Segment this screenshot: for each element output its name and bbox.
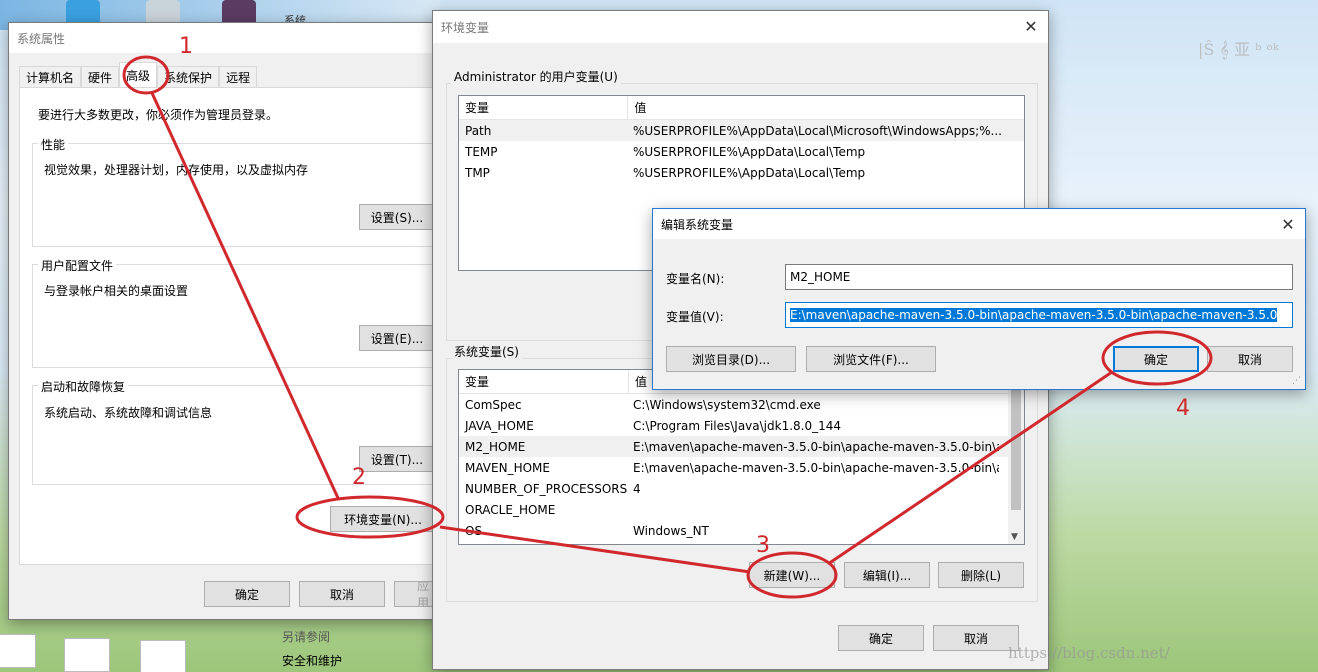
variable-name-label: 变量名(N):	[666, 272, 725, 286]
variable-value: %USERPROFILE%\AppData\Local\Temp	[633, 165, 866, 180]
environment-variables-titlebar: 环境变量	[433, 11, 1048, 43]
system-properties-titlebar: 系统属性	[9, 23, 453, 53]
tab-advanced[interactable]: 高级	[119, 62, 158, 88]
performance-settings-button[interactable]: 设置(S)...	[359, 204, 435, 230]
variable-name: M2_HOME	[465, 439, 526, 454]
browse-file-button[interactable]: 浏览文件(F)...	[806, 346, 936, 372]
see-also-label: 另请参阅	[282, 630, 331, 644]
column-header-value[interactable]: 值	[628, 96, 1024, 119]
performance-description: 视觉效果，处理器计划，内存使用，以及虚拟内存	[44, 163, 309, 177]
list-item[interactable]: M2_HOME E:\maven\apache-maven-3.5.0-bin\…	[459, 436, 1024, 457]
performance-group	[32, 143, 436, 247]
list-item[interactable]: NUMBER_OF_PROCESSORS 4	[459, 478, 1024, 499]
variable-value-label: 变量值(V):	[666, 310, 724, 324]
annotation-number-2: 2	[352, 465, 366, 490]
user-profiles-label: 用户配置文件	[38, 257, 117, 274]
annotation-number-4: 4	[1176, 396, 1190, 421]
variable-name: ORACLE_HOME	[465, 502, 556, 517]
column-header-variable[interactable]: 变量	[459, 96, 629, 119]
admin-note: 要进行大多数更改，你必须作为管理员登录。	[38, 108, 279, 122]
column-header-variable[interactable]: 变量	[459, 370, 629, 393]
variable-value: %USERPROFILE%\AppData\Local\Temp	[633, 144, 866, 159]
taskbar-thumbnail[interactable]	[64, 638, 110, 672]
variable-name: OS	[465, 523, 483, 538]
edit-dialog-title: 编辑系统变量	[661, 217, 734, 232]
tab-hardware[interactable]: 硬件	[81, 66, 120, 88]
variable-name: JAVA_HOME	[465, 418, 534, 433]
resize-grip-icon[interactable]: ⋰	[1292, 376, 1301, 386]
list-item[interactable]: Path %USERPROFILE%\AppData\Local\Microso…	[459, 120, 1024, 141]
variable-value: C:\Program Files\Java\jdk1.8.0_144	[633, 418, 842, 433]
variable-value-text: E:\maven\apache-maven-3.5.0-bin\apache-m…	[790, 308, 1278, 322]
delete-variable-button[interactable]: 删除(L)	[938, 562, 1024, 588]
list-item[interactable]: TEMP %USERPROFILE%\AppData\Local\Temp	[459, 141, 1024, 162]
system-properties-ok-button[interactable]: 确定	[204, 581, 290, 607]
variable-value-input[interactable]: E:\maven\apache-maven-3.5.0-bin\apache-m…	[785, 302, 1293, 328]
browse-directory-button[interactable]: 浏览目录(D)...	[666, 346, 796, 372]
environment-variables-button[interactable]: 环境变量(N)...	[330, 506, 436, 532]
tab-computer-name[interactable]: 计算机名	[19, 66, 82, 88]
system-properties-apply-button[interactable]: 应用	[394, 581, 434, 607]
edit-dialog-titlebar: 编辑系统变量	[653, 209, 1305, 239]
list-item[interactable]: JAVA_HOME C:\Program Files\Java\jdk1.8.0…	[459, 415, 1024, 436]
startup-recovery-label: 启动和故障恢复	[38, 378, 129, 395]
environment-variables-ok-button[interactable]: 确定	[838, 625, 924, 651]
close-icon[interactable]: ✕	[1014, 11, 1048, 41]
variable-value: E:\maven\apache-maven-3.5.0-bin\apache-m…	[633, 460, 999, 475]
edit-dialog-ok-button[interactable]: 确定	[1113, 346, 1199, 372]
list-item[interactable]: ComSpec C:\Windows\system32\cmd.exe	[459, 394, 1024, 415]
variable-value: %USERPROFILE%\AppData\Local\Microsoft\Wi…	[633, 123, 1002, 138]
system-properties-cancel-button[interactable]: 取消	[299, 581, 385, 607]
system-variables-label: 系统变量(S)	[451, 343, 522, 360]
startup-settings-button[interactable]: 设置(T)...	[359, 446, 435, 472]
close-icon[interactable]: ✕	[1271, 209, 1305, 239]
variable-name: NUMBER_OF_PROCESSORS	[465, 481, 627, 496]
variable-name: TMP	[465, 165, 490, 180]
taskbar-thumbnail[interactable]	[0, 634, 36, 668]
variable-value: Windows_NT	[633, 523, 709, 538]
chevron-down-icon[interactable]: ▼	[1011, 532, 1018, 542]
security-maintenance-link[interactable]: 安全和维护	[282, 652, 342, 669]
variable-value: 4	[633, 481, 641, 496]
list-item[interactable]: MAVEN_HOME E:\maven\apache-maven-3.5.0-b…	[459, 457, 1024, 478]
variable-name: Path	[465, 123, 492, 138]
new-variable-button[interactable]: 新建(W)...	[749, 562, 835, 588]
list-item[interactable]: TMP %USERPROFILE%\AppData\Local\Temp	[459, 162, 1024, 183]
annotation-number-1: 1	[179, 34, 193, 59]
system-properties-tabs: 计算机名 硬件 高级 系统保护 远程	[19, 62, 258, 88]
user-profiles-description: 与登录帐户相关的桌面设置	[44, 284, 189, 298]
system-variables-list[interactable]: 变量 值 ComSpec C:\Windows\system32\cmd.exe…	[458, 369, 1025, 545]
environment-variables-title: 环境变量	[441, 20, 490, 35]
tab-system-protection[interactable]: 系统保护	[157, 66, 220, 88]
startup-recovery-description: 系统启动、系统故障和调试信息	[44, 406, 213, 420]
tab-remote[interactable]: 远程	[219, 66, 258, 88]
list-item[interactable]: OS Windows_NT	[459, 520, 1024, 541]
variable-name-input[interactable]: M2_HOME	[785, 264, 1293, 290]
watermark-top: |Ŝ 𝄞 亚 ᵇ ᵒᵏ	[1198, 40, 1279, 59]
user-profiles-settings-button[interactable]: 设置(E)...	[359, 325, 435, 351]
user-variables-label: Administrator 的用户变量(U)	[451, 68, 621, 85]
system-variables-scrollbar[interactable]: ▼	[1008, 370, 1024, 544]
edit-variable-button[interactable]: 编辑(I)...	[844, 562, 930, 588]
system-properties-title: 系统属性	[17, 31, 66, 46]
watermark-bottom: https://blog.csdn.net/	[1008, 644, 1170, 662]
variable-value: C:\Windows\system32\cmd.exe	[633, 397, 821, 412]
environment-variables-cancel-button[interactable]: 取消	[933, 625, 1019, 651]
variable-value: E:\maven\apache-maven-3.5.0-bin\apache-m…	[633, 439, 999, 454]
annotation-number-3: 3	[756, 533, 770, 558]
edit-dialog-cancel-button[interactable]: 取消	[1207, 346, 1293, 372]
user-profiles-group	[32, 264, 436, 368]
taskbar-thumbnail[interactable]	[140, 640, 186, 672]
user-variables-header: 变量 值	[459, 96, 1024, 120]
scrollbar-thumb[interactable]	[1011, 390, 1021, 510]
variable-name: MAVEN_HOME	[465, 460, 550, 475]
variable-name: TEMP	[465, 144, 498, 159]
variable-name: ComSpec	[465, 397, 522, 412]
list-item[interactable]: ORACLE_HOME	[459, 499, 1024, 520]
performance-label: 性能	[38, 136, 69, 153]
